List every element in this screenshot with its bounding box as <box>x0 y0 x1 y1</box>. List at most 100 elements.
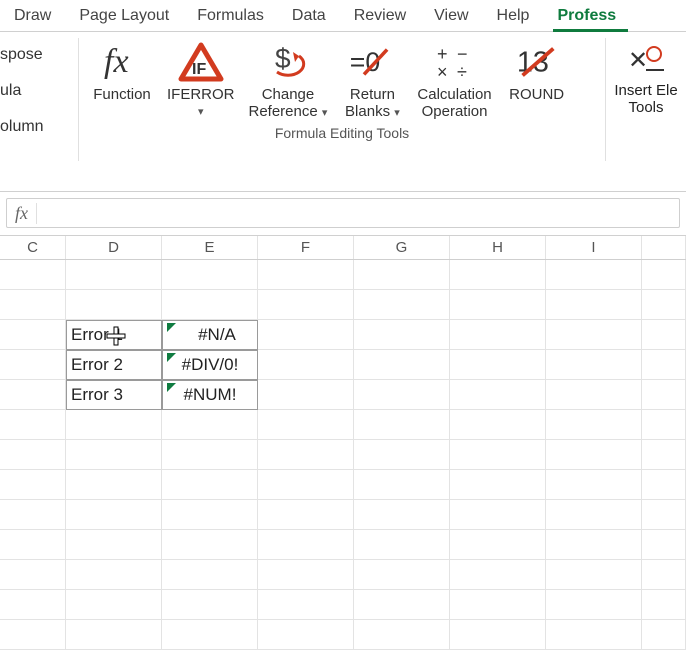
cell[interactable] <box>258 590 354 620</box>
tab-review[interactable]: Review <box>340 3 420 31</box>
cell[interactable] <box>546 470 642 500</box>
cell[interactable] <box>0 590 66 620</box>
cell[interactable] <box>354 470 450 500</box>
cell-D3[interactable]: Error 1 <box>66 320 162 350</box>
cell[interactable] <box>354 350 450 380</box>
cell[interactable] <box>0 560 66 590</box>
cell[interactable] <box>0 470 66 500</box>
cell[interactable] <box>0 350 66 380</box>
cell-D5[interactable]: Error 3 <box>66 380 162 410</box>
cell[interactable] <box>642 530 686 560</box>
cell[interactable] <box>0 320 66 350</box>
ribbon-left-item[interactable]: ula <box>0 82 21 100</box>
cell[interactable] <box>66 560 162 590</box>
col-header-blank[interactable] <box>642 236 686 259</box>
function-button[interactable]: fx Function <box>87 38 157 123</box>
cell-E3[interactable]: #N/A <box>162 320 258 350</box>
cell[interactable] <box>258 410 354 440</box>
cell[interactable] <box>258 290 354 320</box>
cell[interactable] <box>450 320 546 350</box>
cell[interactable] <box>642 410 686 440</box>
tab-data[interactable]: Data <box>278 3 340 31</box>
cell[interactable] <box>354 320 450 350</box>
cell[interactable] <box>258 440 354 470</box>
cell[interactable] <box>0 500 66 530</box>
change-reference-button[interactable]: $ Change Reference ▾ <box>245 38 332 123</box>
calculation-operation-button[interactable]: + − × ÷ Calculation Operation <box>413 38 495 123</box>
col-header-I[interactable]: I <box>546 236 642 259</box>
cell[interactable] <box>642 320 686 350</box>
cell[interactable] <box>66 440 162 470</box>
cell[interactable] <box>450 410 546 440</box>
cell[interactable] <box>642 380 686 410</box>
cell[interactable] <box>66 590 162 620</box>
cell[interactable] <box>546 560 642 590</box>
cell[interactable] <box>0 440 66 470</box>
cell[interactable] <box>162 590 258 620</box>
cell[interactable] <box>642 500 686 530</box>
cell[interactable] <box>546 530 642 560</box>
cell[interactable] <box>66 290 162 320</box>
cell[interactable] <box>258 380 354 410</box>
cell[interactable] <box>450 350 546 380</box>
cell[interactable] <box>0 620 66 650</box>
cell[interactable] <box>162 260 258 290</box>
formula-input[interactable] <box>37 200 679 226</box>
insert-element-tools-button[interactable]: ✕ Insert Ele Tools <box>606 32 686 191</box>
cell[interactable] <box>546 410 642 440</box>
cell[interactable] <box>642 260 686 290</box>
fx-icon[interactable]: fx <box>7 203 37 224</box>
cell[interactable] <box>546 440 642 470</box>
cell[interactable] <box>354 260 450 290</box>
cell[interactable] <box>162 470 258 500</box>
cell[interactable] <box>450 260 546 290</box>
cell[interactable] <box>258 620 354 650</box>
cell[interactable] <box>66 470 162 500</box>
col-header-G[interactable]: G <box>354 236 450 259</box>
cell[interactable] <box>354 380 450 410</box>
cell[interactable] <box>546 380 642 410</box>
col-header-F[interactable]: F <box>258 236 354 259</box>
col-header-H[interactable]: H <box>450 236 546 259</box>
cell[interactable] <box>66 410 162 440</box>
cell[interactable] <box>66 620 162 650</box>
cell[interactable] <box>546 320 642 350</box>
cell[interactable] <box>450 590 546 620</box>
tab-formulas[interactable]: Formulas <box>183 3 278 31</box>
cell[interactable] <box>642 440 686 470</box>
cell[interactable] <box>642 590 686 620</box>
tab-view[interactable]: View <box>420 3 482 31</box>
cell[interactable] <box>354 530 450 560</box>
cell-E4[interactable]: #DIV/0! <box>162 350 258 380</box>
col-header-D[interactable]: D <box>66 236 162 259</box>
cell[interactable] <box>162 410 258 440</box>
cell[interactable] <box>258 320 354 350</box>
cell[interactable] <box>354 410 450 440</box>
cell[interactable] <box>258 560 354 590</box>
cell[interactable] <box>642 620 686 650</box>
cell[interactable] <box>450 440 546 470</box>
cell[interactable] <box>258 260 354 290</box>
round-button[interactable]: 13 ROUND <box>502 38 572 123</box>
cell[interactable] <box>546 350 642 380</box>
cell[interactable] <box>162 530 258 560</box>
cell-E5[interactable]: #NUM! <box>162 380 258 410</box>
cell[interactable] <box>354 620 450 650</box>
tab-page-layout[interactable]: Page Layout <box>65 3 183 31</box>
ribbon-left-item[interactable]: olumn <box>0 118 44 136</box>
cell[interactable] <box>0 290 66 320</box>
cell[interactable] <box>258 470 354 500</box>
cell[interactable] <box>642 470 686 500</box>
cell-D4[interactable]: Error 2 <box>66 350 162 380</box>
cell[interactable] <box>258 530 354 560</box>
cell[interactable] <box>0 380 66 410</box>
cell[interactable] <box>354 500 450 530</box>
ribbon-left-item[interactable]: spose <box>0 46 43 64</box>
cell[interactable] <box>354 560 450 590</box>
cell[interactable] <box>546 290 642 320</box>
cell[interactable] <box>642 560 686 590</box>
cell[interactable] <box>258 500 354 530</box>
cell[interactable] <box>642 290 686 320</box>
cell[interactable] <box>450 470 546 500</box>
tab-draw[interactable]: Draw <box>0 3 65 31</box>
